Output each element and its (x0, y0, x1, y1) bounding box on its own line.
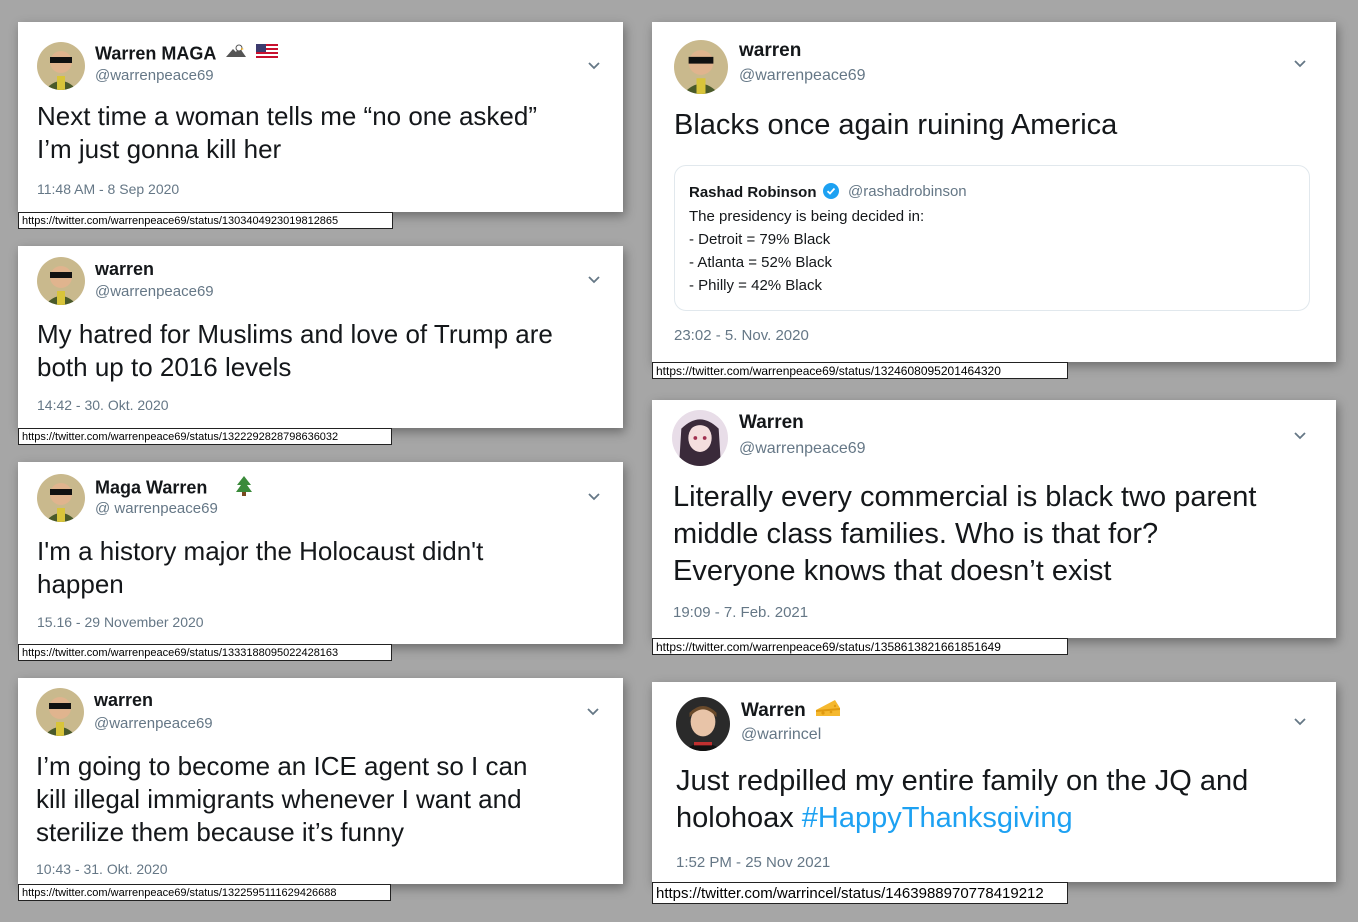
user-handle[interactable]: @warrenpeace69 (95, 67, 214, 84)
tweet-timestamp[interactable]: 10:43 - 31. Okt. 2020 (36, 861, 168, 877)
avatar[interactable] (37, 42, 85, 90)
user-handle[interactable]: @warrincel (741, 726, 821, 744)
chevron-down-icon[interactable] (585, 704, 601, 720)
tweet-url: https://twitter.com/warrenpeace69/status… (18, 428, 392, 445)
tweet-url: https://twitter.com/warrenpeace69/status… (18, 212, 393, 229)
tweet-card: warren @warrenpeace69 My hatred for Musl… (18, 246, 623, 428)
tweet-timestamp[interactable]: 15.16 - 29 November 2020 (37, 614, 204, 630)
user-handle[interactable]: @ warrenpeace69 (95, 500, 218, 517)
tweet-text: I’m going to become an ICE agent so I ca… (36, 751, 528, 847)
tweet-url: https://twitter.com/warrenpeace69/status… (18, 644, 392, 661)
quoted-text-line: - Philly = 42% Black (689, 277, 822, 294)
tweet-card: warren @warrenpeace69 Blacks once again … (652, 22, 1336, 362)
tweet-url: https://twitter.com/warrenpeace69/status… (652, 362, 1068, 379)
display-name[interactable]: Warren MAGA (95, 43, 278, 66)
tweet-card: warren @warrenpeace69 I’m going to becom… (18, 678, 623, 884)
display-name[interactable]: warren (739, 40, 801, 62)
display-name[interactable]: Warren (741, 698, 841, 724)
tweet-card: Warren @warrincel Just redpilled my enti… (652, 682, 1336, 882)
cheese-emoji-icon (815, 698, 841, 724)
hashtag-link[interactable]: #HappyThanksgiving (802, 802, 1073, 834)
chevron-down-icon[interactable] (1292, 714, 1308, 730)
tweet-url: https://twitter.com/warrenpeace69/status… (18, 884, 391, 901)
tweet-text: My hatred for Muslims and love of Trump … (37, 319, 553, 382)
display-name[interactable]: Maga Warren (95, 475, 254, 502)
quoted-text-line: - Detroit = 79% Black (689, 231, 831, 248)
avatar[interactable] (37, 257, 85, 305)
display-name[interactable]: Warren (739, 412, 804, 434)
quoted-tweet[interactable]: Rashad Robinson @rashadrobinson The pres… (674, 165, 1310, 311)
quoted-user-handle[interactable]: @rashadrobinson (848, 183, 967, 200)
tweet-card: Warren MAGA @warrenpeace69 Next time a w… (18, 22, 623, 212)
tweet-text: Blacks once again ruining America (674, 109, 1118, 141)
evergreen-tree-emoji-icon (234, 475, 254, 502)
chevron-down-icon[interactable] (586, 58, 602, 74)
avatar[interactable] (36, 688, 84, 736)
user-handle[interactable]: @warrenpeace69 (94, 715, 213, 732)
avatar[interactable] (674, 40, 728, 94)
quoted-display-name[interactable]: Rashad Robinson (689, 183, 839, 203)
quoted-text-line: The presidency is being decided in: (689, 208, 925, 225)
user-handle[interactable]: @warrenpeace69 (739, 440, 866, 458)
us-flag-emoji-icon (255, 44, 278, 65)
chevron-down-icon[interactable] (1292, 428, 1308, 444)
tweet-url: https://twitter.com/warrincel/status/146… (652, 882, 1068, 904)
tweet-timestamp[interactable]: 23:02 - 5. Nov. 2020 (674, 327, 809, 344)
user-handle[interactable]: @warrenpeace69 (739, 67, 866, 85)
tweet-text: I'm a history major the Holocaust didn't… (37, 536, 484, 599)
avatar[interactable] (676, 697, 730, 751)
tweet-text: Just redpilled my entire family on the J… (676, 765, 1249, 834)
user-handle[interactable]: @warrenpeace69 (95, 283, 214, 300)
avatar[interactable] (37, 474, 85, 522)
tweet-timestamp[interactable]: 1:52 PM - 25 Nov 2021 (676, 854, 830, 871)
tweet-url: https://twitter.com/warrenpeace69/status… (652, 638, 1068, 655)
tweet-card: Warren @warrenpeace69 Literally every co… (652, 400, 1336, 638)
tweet-timestamp[interactable]: 11:48 AM - 8 Sep 2020 (37, 181, 179, 197)
tweet-text: Next time a woman tells me “no one asked… (37, 101, 537, 164)
eagle-emoji-icon (225, 43, 247, 66)
tweet-timestamp[interactable]: 14:42 - 30. Okt. 2020 (37, 397, 169, 413)
tweet-text: Literally every commercial is black two … (673, 481, 1257, 587)
avatar[interactable] (672, 410, 728, 466)
chevron-down-icon[interactable] (1292, 56, 1308, 72)
verified-badge-icon (822, 183, 839, 203)
tweet-card: Maga Warren @ warrenpeace69 I'm a histor… (18, 462, 623, 644)
display-name[interactable]: warren (94, 690, 153, 711)
chevron-down-icon[interactable] (586, 272, 602, 288)
tweet-timestamp[interactable]: 19:09 - 7. Feb. 2021 (673, 604, 808, 621)
chevron-down-icon[interactable] (586, 489, 602, 505)
display-name[interactable]: warren (95, 259, 154, 280)
quoted-text-line: - Atlanta = 52% Black (689, 254, 832, 271)
